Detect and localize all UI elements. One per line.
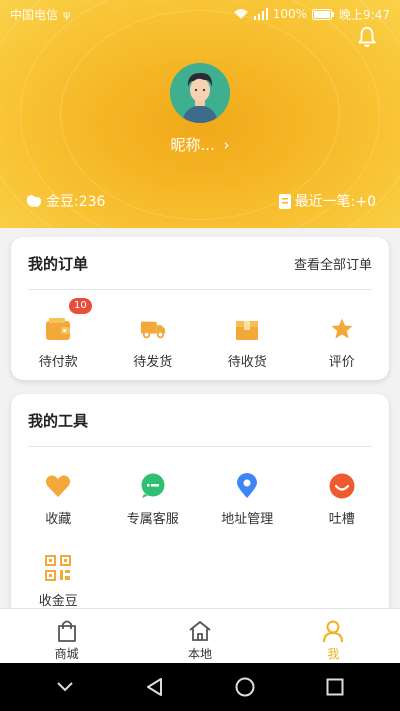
back-icon[interactable] bbox=[143, 675, 167, 699]
truck-icon bbox=[140, 316, 166, 342]
order-pending-receipt[interactable]: 待收货 bbox=[200, 316, 295, 370]
tools-card: 我的工具 收藏 专属客服 地址管理 吐槽 收金豆 bbox=[11, 394, 389, 624]
chevron-down-icon[interactable] bbox=[53, 675, 77, 699]
tools-title: 我的工具 bbox=[28, 411, 89, 430]
favorites-label: 收藏 bbox=[45, 512, 72, 527]
smile-icon bbox=[329, 473, 355, 499]
nav-local-label: 本地 bbox=[187, 647, 212, 661]
wifi-icon bbox=[233, 9, 248, 19]
pending-receipt-label: 待收货 bbox=[227, 355, 267, 370]
usb-icon: ψ bbox=[63, 7, 71, 21]
pending-payment-badge: 10 bbox=[69, 298, 92, 314]
tool-customer-service[interactable]: 专属客服 bbox=[106, 473, 201, 527]
nickname-link[interactable]: 昵称... › bbox=[0, 134, 400, 155]
qr-code-icon bbox=[45, 555, 72, 581]
beans-label: 金豆:236 bbox=[46, 194, 106, 210]
clock: 晚上9:47 bbox=[339, 7, 390, 22]
star-icon bbox=[329, 316, 355, 342]
carrier-label: 中国电信 bbox=[10, 7, 59, 22]
nickname-text: 昵称... bbox=[170, 136, 215, 154]
order-pending-shipment[interactable]: 待发货 bbox=[106, 316, 201, 370]
receipt-icon bbox=[278, 193, 291, 209]
nav-me[interactable]: 我 bbox=[267, 609, 400, 663]
shopping-bag-icon bbox=[57, 620, 76, 642]
system-nav-bar bbox=[0, 663, 400, 711]
nav-me-label: 我 bbox=[327, 647, 340, 661]
battery-percent: 100% bbox=[272, 7, 308, 21]
pending-payment-label: 待付款 bbox=[38, 355, 78, 370]
signal-icon bbox=[253, 8, 268, 20]
bell-icon[interactable] bbox=[356, 26, 378, 48]
user-icon bbox=[323, 620, 344, 643]
order-review[interactable]: 评价 bbox=[295, 316, 390, 370]
nav-local[interactable]: 本地 bbox=[133, 609, 266, 663]
tool-collect-beans[interactable]: 收金豆 bbox=[11, 555, 106, 609]
feedback-label: 吐槽 bbox=[328, 512, 355, 527]
chat-icon bbox=[140, 473, 166, 499]
orders-card: 我的订单 查看全部订单 10 待付款 待发货 待收货 评价 bbox=[11, 237, 389, 380]
orders-header: 我的订单 查看全部订单 bbox=[28, 237, 372, 290]
beans-balance[interactable]: 金豆:236 bbox=[26, 191, 105, 211]
package-icon bbox=[234, 316, 260, 342]
latest-label: 最近一笔:+0 bbox=[294, 194, 376, 210]
address-management-label: 地址管理 bbox=[221, 512, 274, 527]
review-label: 评价 bbox=[328, 355, 355, 370]
avatar[interactable] bbox=[170, 63, 230, 123]
tool-favorites[interactable]: 收藏 bbox=[11, 473, 106, 527]
recent-apps-icon[interactable] bbox=[323, 675, 347, 699]
tool-feedback[interactable]: 吐槽 bbox=[295, 473, 390, 527]
order-pending-payment[interactable]: 10 待付款 bbox=[11, 298, 106, 370]
home-icon bbox=[189, 621, 211, 641]
bottom-nav: 商城 本地 我 bbox=[0, 608, 400, 663]
wallet-icon bbox=[45, 316, 71, 342]
nav-mall[interactable]: 商城 bbox=[0, 609, 133, 663]
tool-address-management[interactable]: 地址管理 bbox=[200, 473, 295, 527]
location-pin-icon bbox=[234, 473, 260, 499]
profile-header: 中国电信 ψ 100% 晚上9:47 昵称... › 金豆:236 最近一笔:+… bbox=[0, 0, 400, 228]
status-bar: 中国电信 ψ 100% 晚上9:47 bbox=[0, 0, 400, 28]
nav-mall-label: 商城 bbox=[54, 647, 79, 661]
collect-beans-label: 收金豆 bbox=[38, 594, 78, 609]
pending-shipment-label: 待发货 bbox=[133, 355, 173, 370]
chevron-right-icon: › bbox=[223, 136, 230, 154]
orders-title: 我的订单 bbox=[28, 254, 89, 273]
customer-service-label: 专属客服 bbox=[126, 512, 179, 527]
battery-icon bbox=[312, 8, 335, 20]
latest-transaction[interactable]: 最近一笔:+0 bbox=[278, 191, 376, 211]
home-circle-icon[interactable] bbox=[233, 675, 257, 699]
heart-icon bbox=[45, 473, 71, 499]
bean-icon bbox=[26, 195, 42, 207]
view-all-orders-link[interactable]: 查看全部订单 bbox=[294, 254, 372, 273]
tools-header: 我的工具 bbox=[28, 394, 372, 447]
